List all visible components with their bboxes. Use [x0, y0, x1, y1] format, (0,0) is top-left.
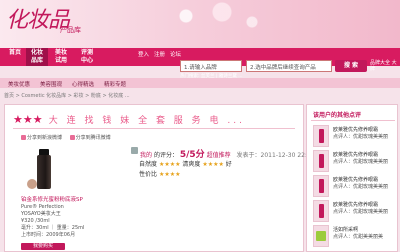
recommend-badge: 超值推荐 — [206, 152, 231, 159]
review-title[interactable]: 欧莱雅优先修养眼霜 — [333, 177, 397, 184]
nav-review-sub: 中心 — [80, 57, 93, 64]
header-decoration — [150, 0, 270, 40]
brand-search-input[interactable]: 1.请输入品牌 — [180, 60, 242, 72]
share-actions: 分享到新浪微博 分享到腾讯微博 — [21, 134, 117, 141]
subnav-picks[interactable]: 心得精选 — [72, 80, 94, 88]
value-stars: ★★★★ — [158, 171, 181, 178]
review-author: 点评人：优甜玫瑰美美丽 — [333, 209, 389, 215]
review-author: 点评人：优甜美美丽美 — [333, 234, 384, 240]
breadcrumb[interactable]: 首页 > Cosmetic 化妆品库 > 彩妆 > 粉底 > 化妆底 ... — [0, 92, 400, 102]
product-name[interactable]: 铂金系修光蜜粉粉底液SP — [21, 197, 111, 204]
lipstick-icon — [319, 154, 324, 168]
weibo-icon — [21, 135, 26, 140]
sub-nav: 美妆优惠 美容围观 心得精选 精彩专题 — [0, 78, 400, 88]
review-author: 点评人：优甜玫瑰美美丽 — [333, 134, 389, 140]
slogan-stars: ★★★ — [13, 113, 43, 126]
nav-review-label: 评测 — [80, 49, 93, 56]
review-thumb — [313, 175, 329, 197]
subnav-deals[interactable]: 美妆优惠 — [8, 80, 30, 88]
brand-directory-link[interactable]: 品牌大全 大牌 — [370, 60, 400, 72]
rating-row-value: 性价比 ★★★★ — [139, 169, 181, 178]
slogan-text: 大 连 找 钱 妹 全 套 服 务 电 ... — [48, 116, 245, 126]
sidebar-review-item[interactable]: 欧莱雅优先修养眼霜 点评人：优甜玫瑰美美丽 — [313, 175, 397, 203]
nav-product-library[interactable]: 化妆 品库 — [26, 48, 48, 66]
review-title[interactable]: 活如所采啊 — [333, 227, 397, 234]
product-search-input[interactable]: 2.选中品牌后继续查询产品 — [246, 60, 332, 72]
review-text: 欧莱雅优先修养眼霜 点评人：优甜玫瑰美美丽 — [333, 177, 397, 191]
naturalness-stars: ★★★★ — [158, 161, 181, 168]
sidebar-divider — [311, 120, 395, 121]
forum-link[interactable]: 论坛 — [170, 50, 181, 58]
review-title[interactable]: 欧莱雅优先修养眼霜 — [333, 202, 397, 209]
nav-home[interactable]: 首页 — [4, 48, 26, 66]
value-label: 性价比 — [139, 171, 158, 178]
product-brand: Pure® Perfection — [21, 204, 64, 210]
freshness-stars: ★★★★ — [202, 161, 224, 168]
subnav-beauty[interactable]: 美容围观 — [40, 80, 62, 88]
review-thumb — [313, 225, 329, 247]
review-text: 欧莱雅优先修养眼霜 点评人：优甜玫瑰美美丽 — [333, 202, 397, 216]
review-thumb — [313, 200, 329, 222]
sidebar-review-item[interactable]: 欧莱雅优先修养眼霜 点评人：优甜玫瑰美美丽 — [313, 125, 397, 153]
search-button[interactable]: 搜 索 — [335, 60, 367, 72]
rating-block: 我的 的评分： 5/5分 超值推荐 发表于：2011-12-30 22:28 自… — [131, 147, 315, 187]
nav-trial[interactable]: 美妆 试用 — [50, 48, 72, 66]
score-label: 的评分： — [153, 152, 178, 159]
header: 化妆品 产品库 — [0, 0, 400, 48]
freshness-label: 清爽度 — [182, 161, 201, 168]
product-slogan: ★★★ 大 连 找 钱 妹 全 套 服 务 电 ... — [13, 113, 295, 127]
review-author: 点评人：优甜玫瑰美美丽 — [333, 159, 389, 165]
review-title[interactable]: 欧莱雅优先修养眼霜 — [333, 152, 397, 159]
nav-trial-sub: 试用 — [54, 57, 67, 64]
product-spec: 毫升：30ml ｜ 重量：25ml — [21, 225, 85, 231]
review-text: 欧莱雅优先修养眼霜 点评人：优甜玫瑰美美丽 — [333, 127, 397, 141]
share-tencent-button[interactable]: 分享到腾讯微博 — [69, 134, 111, 141]
shade-swatch — [27, 179, 37, 189]
share-weibo-label: 分享到新浪微博 — [27, 135, 63, 141]
naturalness-label: 自然度 — [139, 161, 158, 168]
lipstick-icon — [319, 129, 324, 143]
site-logo-subtitle: 产品库 — [60, 26, 81, 34]
reviewer-name[interactable]: 我的 — [140, 152, 152, 159]
freshness-value: 好 — [225, 161, 232, 168]
review-title[interactable]: 欧莱雅优先修养眼霜 — [333, 127, 397, 134]
product-price: ¥320 /30ml — [21, 218, 50, 224]
nav-trial-label: 美妆 — [54, 49, 67, 56]
buy-button[interactable]: 我要购买 — [21, 243, 65, 250]
review-thumb — [313, 125, 329, 147]
review-panel: ★★★ 大 连 找 钱 妹 全 套 服 务 电 ... 分享到新浪微博 分享到腾… — [4, 104, 315, 252]
product-image[interactable] — [27, 149, 61, 193]
review-text: 欧莱雅优先修养眼霜 点评人：优甜玫瑰美美丽 — [333, 152, 397, 166]
lipstick-icon — [319, 179, 324, 193]
register-link[interactable]: 注册 — [154, 50, 165, 58]
sidebar-review-item[interactable]: 欧莱雅优先修养眼霜 点评人：优甜玫瑰美美丽 — [313, 150, 397, 178]
nav-product-library-label: 化妆 — [30, 49, 43, 56]
nav-review[interactable]: 评测 中心 — [76, 48, 98, 66]
foundation-bottle — [37, 155, 51, 189]
sidebar-review-item[interactable]: 欧莱雅优先修养眼霜 点评人：优甜玫瑰美美丽 — [313, 200, 397, 228]
nav-product-library-sub: 品库 — [30, 57, 43, 64]
review-date: 发表于：2011-12-30 22:28 — [236, 152, 315, 159]
sidebar-review-item[interactable]: 活如所采啊 点评人：优甜美美丽美 — [313, 225, 397, 252]
review-author: 点评人：优甜玫瑰美美丽 — [333, 184, 389, 190]
product-box-icon — [316, 231, 326, 241]
tencent-icon — [69, 135, 75, 140]
share-weibo-button[interactable]: 分享到新浪微博 — [21, 134, 62, 141]
rating-row-score: 我的 的评分： 5/5分 超值推荐 发表于：2011-12-30 22:28 — [131, 147, 315, 160]
nav-home-label: 首页 — [8, 49, 21, 56]
product-info: 铂金系修光蜜粉粉底液SP Pure® Perfection YOSAYO美妆大王… — [21, 197, 111, 239]
login-link[interactable]: 登入 — [138, 50, 149, 58]
subnav-topics[interactable]: 精彩专题 — [104, 80, 126, 88]
share-tencent-label: 分享到腾讯微博 — [75, 135, 111, 141]
product-sub-brand: YOSAYO美妆大王 — [21, 211, 61, 217]
rating-row-naturalness: 自然度 ★★★★ 清爽度 ★★★★ 好 — [139, 159, 232, 168]
divider — [13, 128, 295, 129]
review-text: 活如所采啊 点评人：优甜美美丽美 — [333, 227, 397, 241]
lipstick-icon — [319, 204, 324, 218]
other-reviews-sidebar: 该用户的其他点评 欧莱雅优先修养眼霜 点评人：优甜玫瑰美美丽 欧莱雅优先修养眼霜… — [306, 104, 398, 252]
user-avatar[interactable] — [131, 147, 138, 154]
product-launch: 上市时间：2009年06月 — [21, 232, 76, 238]
review-thumb — [313, 150, 329, 172]
sidebar-title: 该用户的其他点评 — [313, 112, 362, 119]
